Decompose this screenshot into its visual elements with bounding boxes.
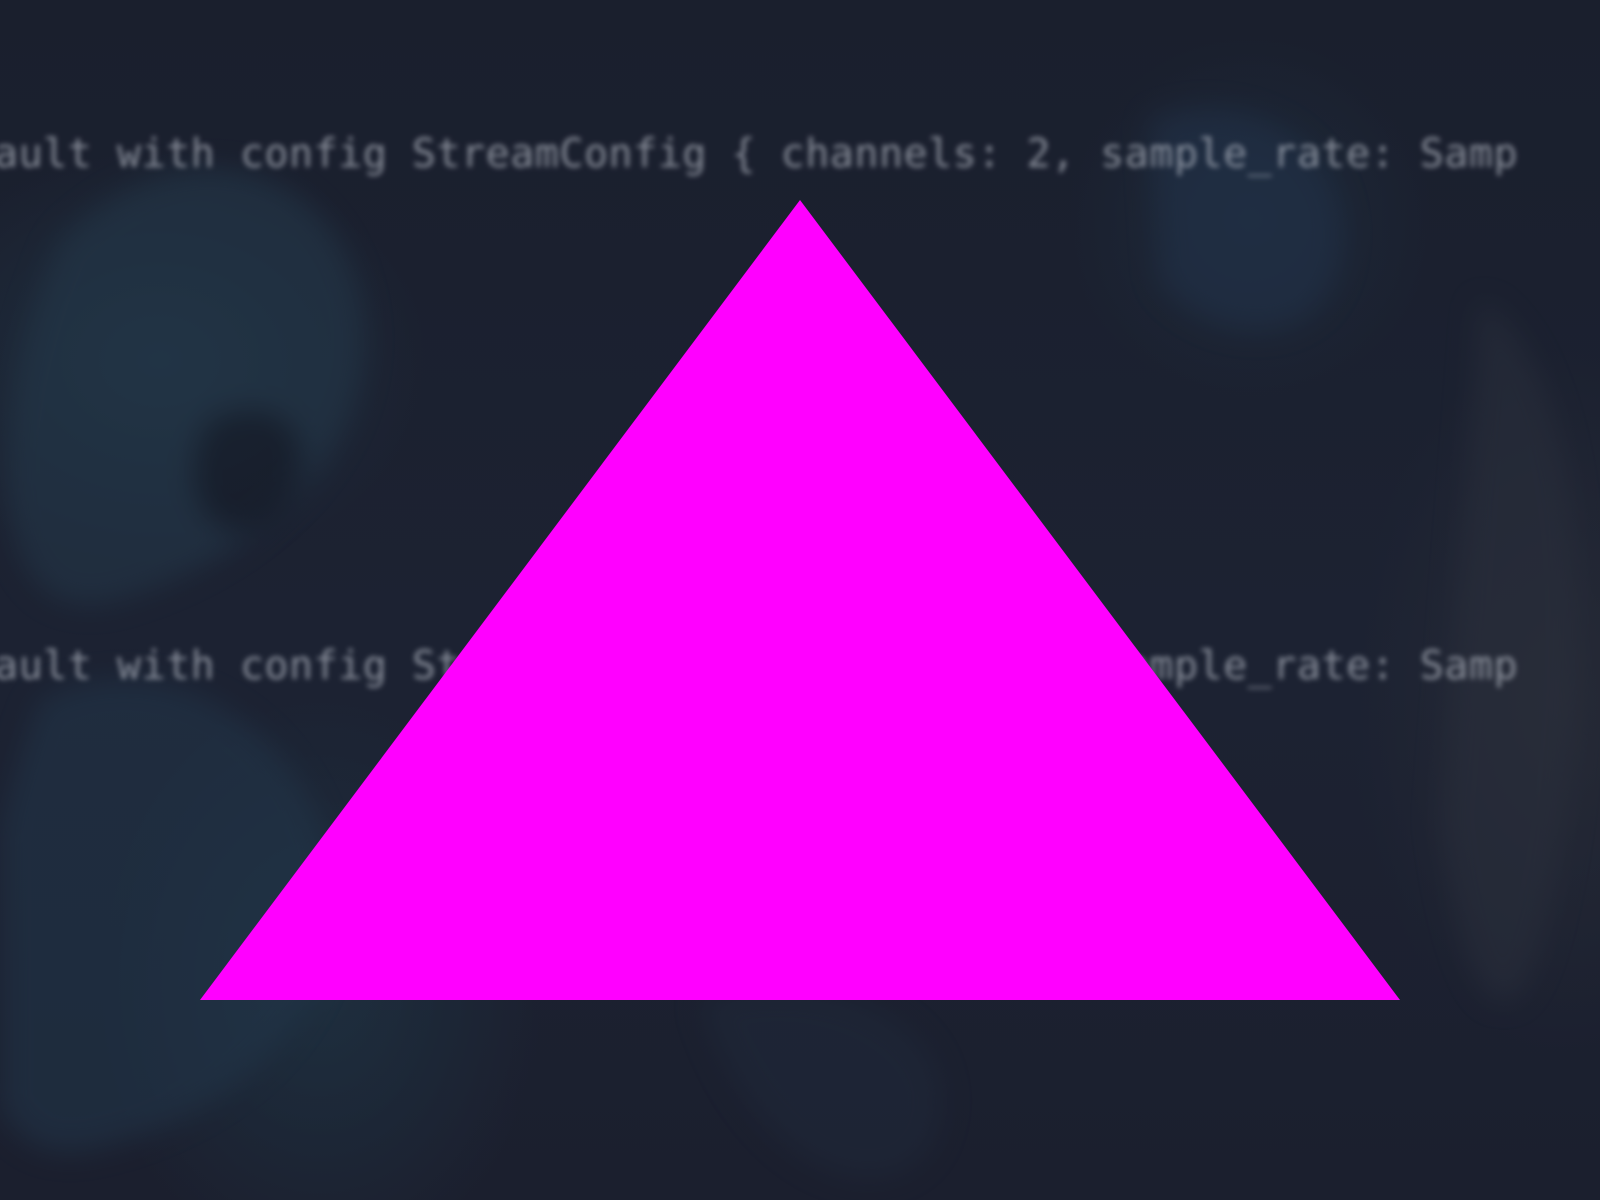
render-canvas [200,200,1400,1000]
desktop-screen: ault with config StreamConfig { channels… [0,0,1600,1200]
magenta-triangle [200,200,1400,1000]
